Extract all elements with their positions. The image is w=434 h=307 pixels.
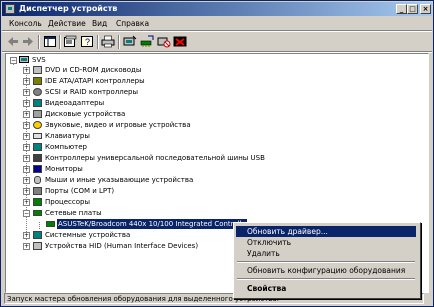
- title-bar[interactable]: Диспетчер устройств _ □ ×: [2, 2, 432, 16]
- tree-item-label: IDE ATA/ATAPI контроллеры: [45, 77, 145, 85]
- update-driver-menu-item[interactable]: Обновить драйвер...: [236, 226, 416, 237]
- tree-item-label: Контроллеры универсальной последовательн…: [45, 154, 265, 162]
- back-icon[interactable]: [6, 35, 20, 48]
- menu-view[interactable]: Вид: [92, 19, 107, 28]
- expand-icon[interactable]: +: [23, 144, 30, 151]
- properties-label: Свойства: [247, 284, 287, 293]
- tree-item-label: Видеоадаптеры: [45, 99, 105, 107]
- menu-console[interactable]: Консоль: [9, 19, 42, 28]
- toolbar-separator: [118, 35, 120, 49]
- scan-hardware-menu-item[interactable]: Обновить конфигурацию оборудования: [236, 265, 416, 276]
- scan-hardware-icon[interactable]: [123, 35, 137, 48]
- toolbar-separator: [97, 35, 99, 49]
- tree-item-label: Устройства HID (Human Interface Devices): [45, 242, 199, 250]
- tree-root-label: SVS: [32, 56, 46, 64]
- uninstall-label: Удалить: [247, 249, 280, 258]
- tree-item-label: DVD и CD-ROM дисководы: [45, 66, 142, 74]
- properties-icon[interactable]: [63, 35, 77, 48]
- keyboard-icon: [33, 133, 42, 139]
- hid-device-icon: [33, 242, 42, 250]
- tree-item-label: Компьютер: [45, 143, 87, 151]
- tree-item-label: Порты (COM и LPT): [45, 187, 115, 195]
- display-adapter-icon: [33, 99, 42, 107]
- device-manager-app-icon: [5, 4, 15, 14]
- toolbar-separator: [38, 35, 40, 49]
- minimize-icon[interactable]: _: [396, 4, 407, 14]
- expand-icon[interactable]: +: [23, 89, 30, 96]
- disable-menu-item[interactable]: Отключить: [236, 237, 416, 248]
- disable-icon[interactable]: [157, 35, 171, 48]
- menu-separator: [237, 261, 415, 263]
- tree-item-label: SCSI и RAID контроллеры: [45, 88, 139, 96]
- expand-icon[interactable]: +: [23, 100, 30, 107]
- dvd-drive-icon: [33, 66, 42, 74]
- tree-item-label: Звуковые, видео и игровые устройства: [45, 121, 191, 129]
- uninstall-icon[interactable]: [173, 35, 187, 48]
- disable-label: Отключить: [247, 238, 292, 247]
- computer-icon: [19, 56, 29, 63]
- scsi-controller-icon: [33, 88, 42, 96]
- system-device-icon: [33, 231, 42, 239]
- sound-device-icon: [33, 121, 42, 129]
- expand-icon[interactable]: +: [23, 199, 30, 206]
- expand-icon[interactable]: +: [23, 122, 30, 129]
- expand-icon[interactable]: +: [23, 243, 30, 250]
- maximize-icon[interactable]: □: [407, 4, 418, 14]
- disk-drive-icon: [33, 110, 42, 118]
- menu-action[interactable]: Действие: [48, 19, 86, 28]
- help-icon[interactable]: ?: [80, 35, 94, 48]
- window-title: Диспетчер устройств: [19, 4, 118, 13]
- network-card-icon: [46, 221, 55, 227]
- expand-icon[interactable]: +: [23, 133, 30, 140]
- expand-icon[interactable]: +: [23, 232, 30, 239]
- forward-icon[interactable]: [21, 35, 35, 48]
- mouse-icon: [34, 176, 41, 184]
- expand-icon[interactable]: +: [23, 166, 30, 173]
- menu-help[interactable]: Справка: [116, 19, 149, 28]
- tree-item-label: Дисковые устройства: [45, 110, 126, 118]
- monitor-icon: [33, 165, 42, 173]
- uninstall-menu-item[interactable]: Удалить: [236, 248, 416, 259]
- toolbar: ?: [2, 32, 432, 52]
- context-menu: Обновить драйвер... Отключить Удалить Об…: [233, 222, 421, 299]
- tree-item-label: Сетевые платы: [45, 209, 102, 217]
- expand-icon[interactable]: +: [23, 78, 30, 85]
- computer-icon: [33, 143, 42, 151]
- toolbar-separator: [59, 35, 61, 49]
- expand-icon[interactable]: +: [23, 188, 30, 195]
- expand-icon[interactable]: +: [23, 67, 30, 74]
- selected-device-label: ASUSTeK/Broadcom 440x 10/100 Integrated …: [57, 219, 247, 229]
- scan-hardware-label: Обновить конфигурацию оборудования: [247, 266, 406, 275]
- processor-icon: [33, 198, 42, 206]
- update-driver-label: Обновить драйвер...: [247, 227, 328, 236]
- svg-text:?: ?: [85, 37, 90, 47]
- tree-item-label: Системные устройства: [45, 231, 131, 239]
- properties-menu-item[interactable]: Свойства: [236, 283, 416, 294]
- menu-separator: [237, 278, 415, 280]
- expand-icon[interactable]: +: [23, 177, 30, 184]
- expand-icon[interactable]: +: [23, 111, 30, 118]
- collapse-icon[interactable]: −: [23, 210, 30, 217]
- console-tree-icon[interactable]: [43, 35, 57, 48]
- close-icon[interactable]: ×: [420, 4, 431, 14]
- tree-item-label: Клавиатуры: [45, 132, 90, 140]
- tree-item-label: Процессоры: [45, 198, 91, 206]
- menu-bar: Консоль Действие Вид Справка: [2, 17, 432, 30]
- collapse-icon[interactable]: −: [10, 57, 17, 64]
- usb-controller-icon: [33, 154, 42, 162]
- print-icon[interactable]: [101, 35, 115, 48]
- expand-icon[interactable]: +: [23, 155, 30, 162]
- tree-item-label: Мыши и иные указывающие устройства: [45, 176, 194, 184]
- port-icon: [33, 187, 42, 195]
- ide-controller-icon: [33, 77, 42, 85]
- tree-item-label: Мониторы: [45, 165, 83, 173]
- network-adapter-icon: [33, 210, 42, 216]
- update-driver-icon[interactable]: [140, 35, 154, 48]
